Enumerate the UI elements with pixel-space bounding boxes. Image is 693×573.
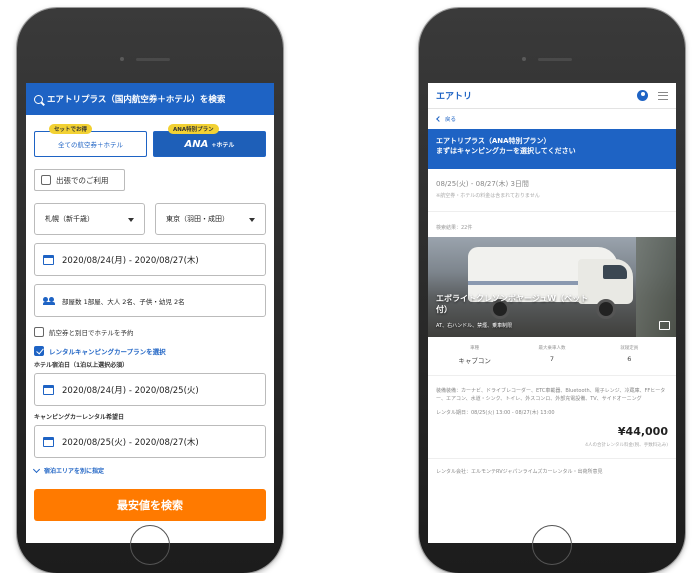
- rental-period: レンタル期日：08/25(火) 13:00 - 08/27(木) 13:00: [436, 409, 555, 416]
- vehicle-name-line1: エボライトクレソンボヤージュW（ベット: [436, 294, 589, 304]
- hotel-dates-value: 2020/08/24(月) - 2020/08/25(火): [62, 385, 199, 396]
- spec-column-sleeping: 就寝定員 6: [591, 345, 668, 365]
- search-form-screen: エアトリプラス（国内航空券＋ホテル）を検索 セットでお得 全ての航空券＋ホテル …: [26, 83, 274, 543]
- route-selects: 札幌（新千歳） 東京（羽田・成田）: [34, 203, 266, 235]
- origin-value: 札幌（新千歳）: [45, 215, 94, 223]
- rental-camping-checkbox[interactable]: レンタルキャンピングカープランを選択: [34, 346, 266, 356]
- calendar-icon: [43, 436, 54, 447]
- speaker-grille: [136, 58, 170, 61]
- area-link-label: 宿泊エリアを別に指定: [44, 468, 105, 475]
- date-range-field[interactable]: 2020/08/24(月) - 2020/08/27(木): [34, 243, 266, 276]
- speaker-grille: [538, 58, 572, 61]
- rental-camping-label: レンタルキャンピングカープランを選択: [49, 348, 166, 356]
- chevron-left-icon: [436, 116, 442, 122]
- business-trip-checkbox[interactable]: 出張でのご利用: [34, 169, 125, 191]
- ana-logo: ANA: [184, 138, 209, 150]
- photo-gallery-icon[interactable]: [659, 321, 670, 330]
- rental-company: レンタル会社：エルモンテRVジャパンライムズカーレンタル・出荷所意見: [428, 457, 676, 477]
- spec-value: キャブコン: [458, 357, 491, 365]
- date-range-value: 2020/08/24(月) - 2020/08/27(木): [62, 255, 199, 266]
- calendar-icon: [43, 384, 54, 395]
- camper-dates-field[interactable]: 2020/08/25(火) - 2020/08/27(木): [34, 425, 266, 458]
- spec-table: 車種 キャブコン 最大乗車人数 7 就寝定員 6: [428, 337, 676, 365]
- user-icon[interactable]: [637, 90, 648, 101]
- plan-tabs: セットでお得 全ての航空券＋ホテル ANA特別プラン ANA +ホテル: [26, 115, 274, 159]
- trip-dates: 08/25(火) - 08/27(木) 3日間: [436, 180, 529, 188]
- phone-frame-right: エアトリ 戻る エアトリプラス（ANA特別プラン） まずはキャンピングカーを選択…: [419, 8, 685, 573]
- origin-select[interactable]: 札幌（新千歳）: [34, 203, 145, 235]
- camper-dates-label: キャンピングカーレンタル希望日: [34, 414, 125, 421]
- tab-standard-label: 全ての航空券＋ホテル: [58, 141, 123, 149]
- vehicle-name-line2: 付）: [436, 304, 452, 314]
- menu-icon[interactable]: [658, 91, 668, 100]
- hotel-dates-field[interactable]: 2020/08/24(月) - 2020/08/25(火): [34, 373, 266, 406]
- tab-ana-plan[interactable]: ANA特別プラン ANA +ホテル: [153, 124, 266, 157]
- search-header-label: エアトリプラス（国内航空券＋ホテル）を検索: [47, 95, 226, 105]
- checkbox-icon: [41, 175, 51, 185]
- phone-frame-left: エアトリプラス（国内航空券＋ホテル）を検索 セットでお得 全ての航空券＋ホテル …: [17, 8, 283, 573]
- front-camera: [120, 57, 124, 61]
- vehicle-photo[interactable]: エボライトクレソンボヤージュW（ベット 付） AT、右ハンドル、禁煙、乗車制限: [428, 237, 676, 337]
- equipment-list: 装備装備：カーナビ、ドライブレコーダー、ETC車載器、Bluetooth、電子レ…: [428, 375, 676, 404]
- spec-value: 6: [627, 355, 632, 363]
- banner-title: エアトリプラス（ANA特別プラン）: [436, 137, 551, 145]
- spec-header: 最大乗車人数: [538, 346, 566, 351]
- spec-header: 就寝定員: [620, 346, 639, 351]
- calendar-icon: [43, 254, 54, 265]
- price-note: 4人の合計レンタル料金(税、手数料込み): [585, 442, 668, 448]
- result-count: 検索結果：22件: [428, 211, 676, 231]
- spec-value: 7: [549, 355, 555, 363]
- airtrip-logo[interactable]: エアトリ: [436, 89, 637, 102]
- spec-column-capacity: 最大乗車人数 7: [513, 345, 590, 365]
- home-button[interactable]: [130, 525, 170, 565]
- app-header: エアトリ: [428, 83, 676, 109]
- camper-dates-value: 2020/08/25(火) - 2020/08/27(木): [62, 437, 199, 448]
- camper-windshield: [603, 265, 627, 279]
- tab-ana-label: +ホテル: [211, 141, 235, 149]
- guests-field[interactable]: 部屋数 1部屋、大人 2名、子供・幼児 2名: [34, 284, 266, 317]
- front-camera: [522, 57, 526, 61]
- banner-subtitle: まずはキャンピングカーを選択してください: [436, 146, 576, 155]
- set-deal-badge: セットでお得: [49, 124, 93, 134]
- area-link[interactable]: 宿泊エリアを別に指定: [32, 465, 266, 475]
- vehicle-spec: AT、右ハンドル、禁煙、乗車制限: [436, 323, 513, 329]
- hotel-dates-label: ホテル宿泊日（1泊以上選択必須）: [34, 362, 129, 369]
- checkbox-icon: [34, 327, 44, 337]
- checkbox-checked-icon: [34, 346, 44, 356]
- back-label: 戻る: [445, 117, 457, 123]
- price: ¥44,000: [617, 424, 668, 438]
- hotel-other-day-label: 航空券と別日でホテルを予約: [49, 329, 134, 337]
- plan-banner: エアトリプラス（ANA特別プラン） まずはキャンピングカーを選択してください: [428, 129, 676, 169]
- spec-header: 車種: [470, 346, 480, 351]
- chevron-down-icon: [32, 465, 41, 473]
- results-screen: エアトリ 戻る エアトリプラス（ANA特別プラン） まずはキャンピングカーを選択…: [428, 83, 676, 543]
- search-icon: [34, 94, 43, 104]
- chevron-down-icon: [128, 218, 134, 222]
- vehicle-name: エボライトクレソンボヤージュW（ベット 付）: [436, 294, 626, 315]
- search-header: エアトリプラス（国内航空券＋ホテル）を検索: [26, 83, 274, 115]
- background-trees: [636, 237, 676, 337]
- hotel-other-day-checkbox[interactable]: 航空券と別日でホテルを予約: [34, 327, 266, 337]
- destination-select[interactable]: 東京（羽田・成田）: [155, 203, 266, 235]
- ana-special-badge: ANA特別プラン: [168, 124, 219, 134]
- people-icon: [43, 296, 55, 305]
- business-trip-label: 出張でのご利用: [56, 175, 109, 185]
- guests-value: 部屋数 1部屋、大人 2名、子供・幼児 2名: [62, 297, 185, 306]
- tab-standard-plan[interactable]: セットでお得 全ての航空券＋ホテル: [34, 124, 147, 157]
- home-button[interactable]: [532, 525, 572, 565]
- trip-note: ※航空券・ホテルの料金は含まれておりません: [436, 193, 540, 199]
- chevron-down-icon: [249, 218, 255, 222]
- back-link[interactable]: 戻る: [428, 109, 676, 129]
- search-button[interactable]: 最安値を検索: [34, 489, 266, 521]
- spec-column-type: 車種 キャブコン: [436, 345, 513, 365]
- destination-value: 東京（羽田・成田）: [166, 215, 229, 223]
